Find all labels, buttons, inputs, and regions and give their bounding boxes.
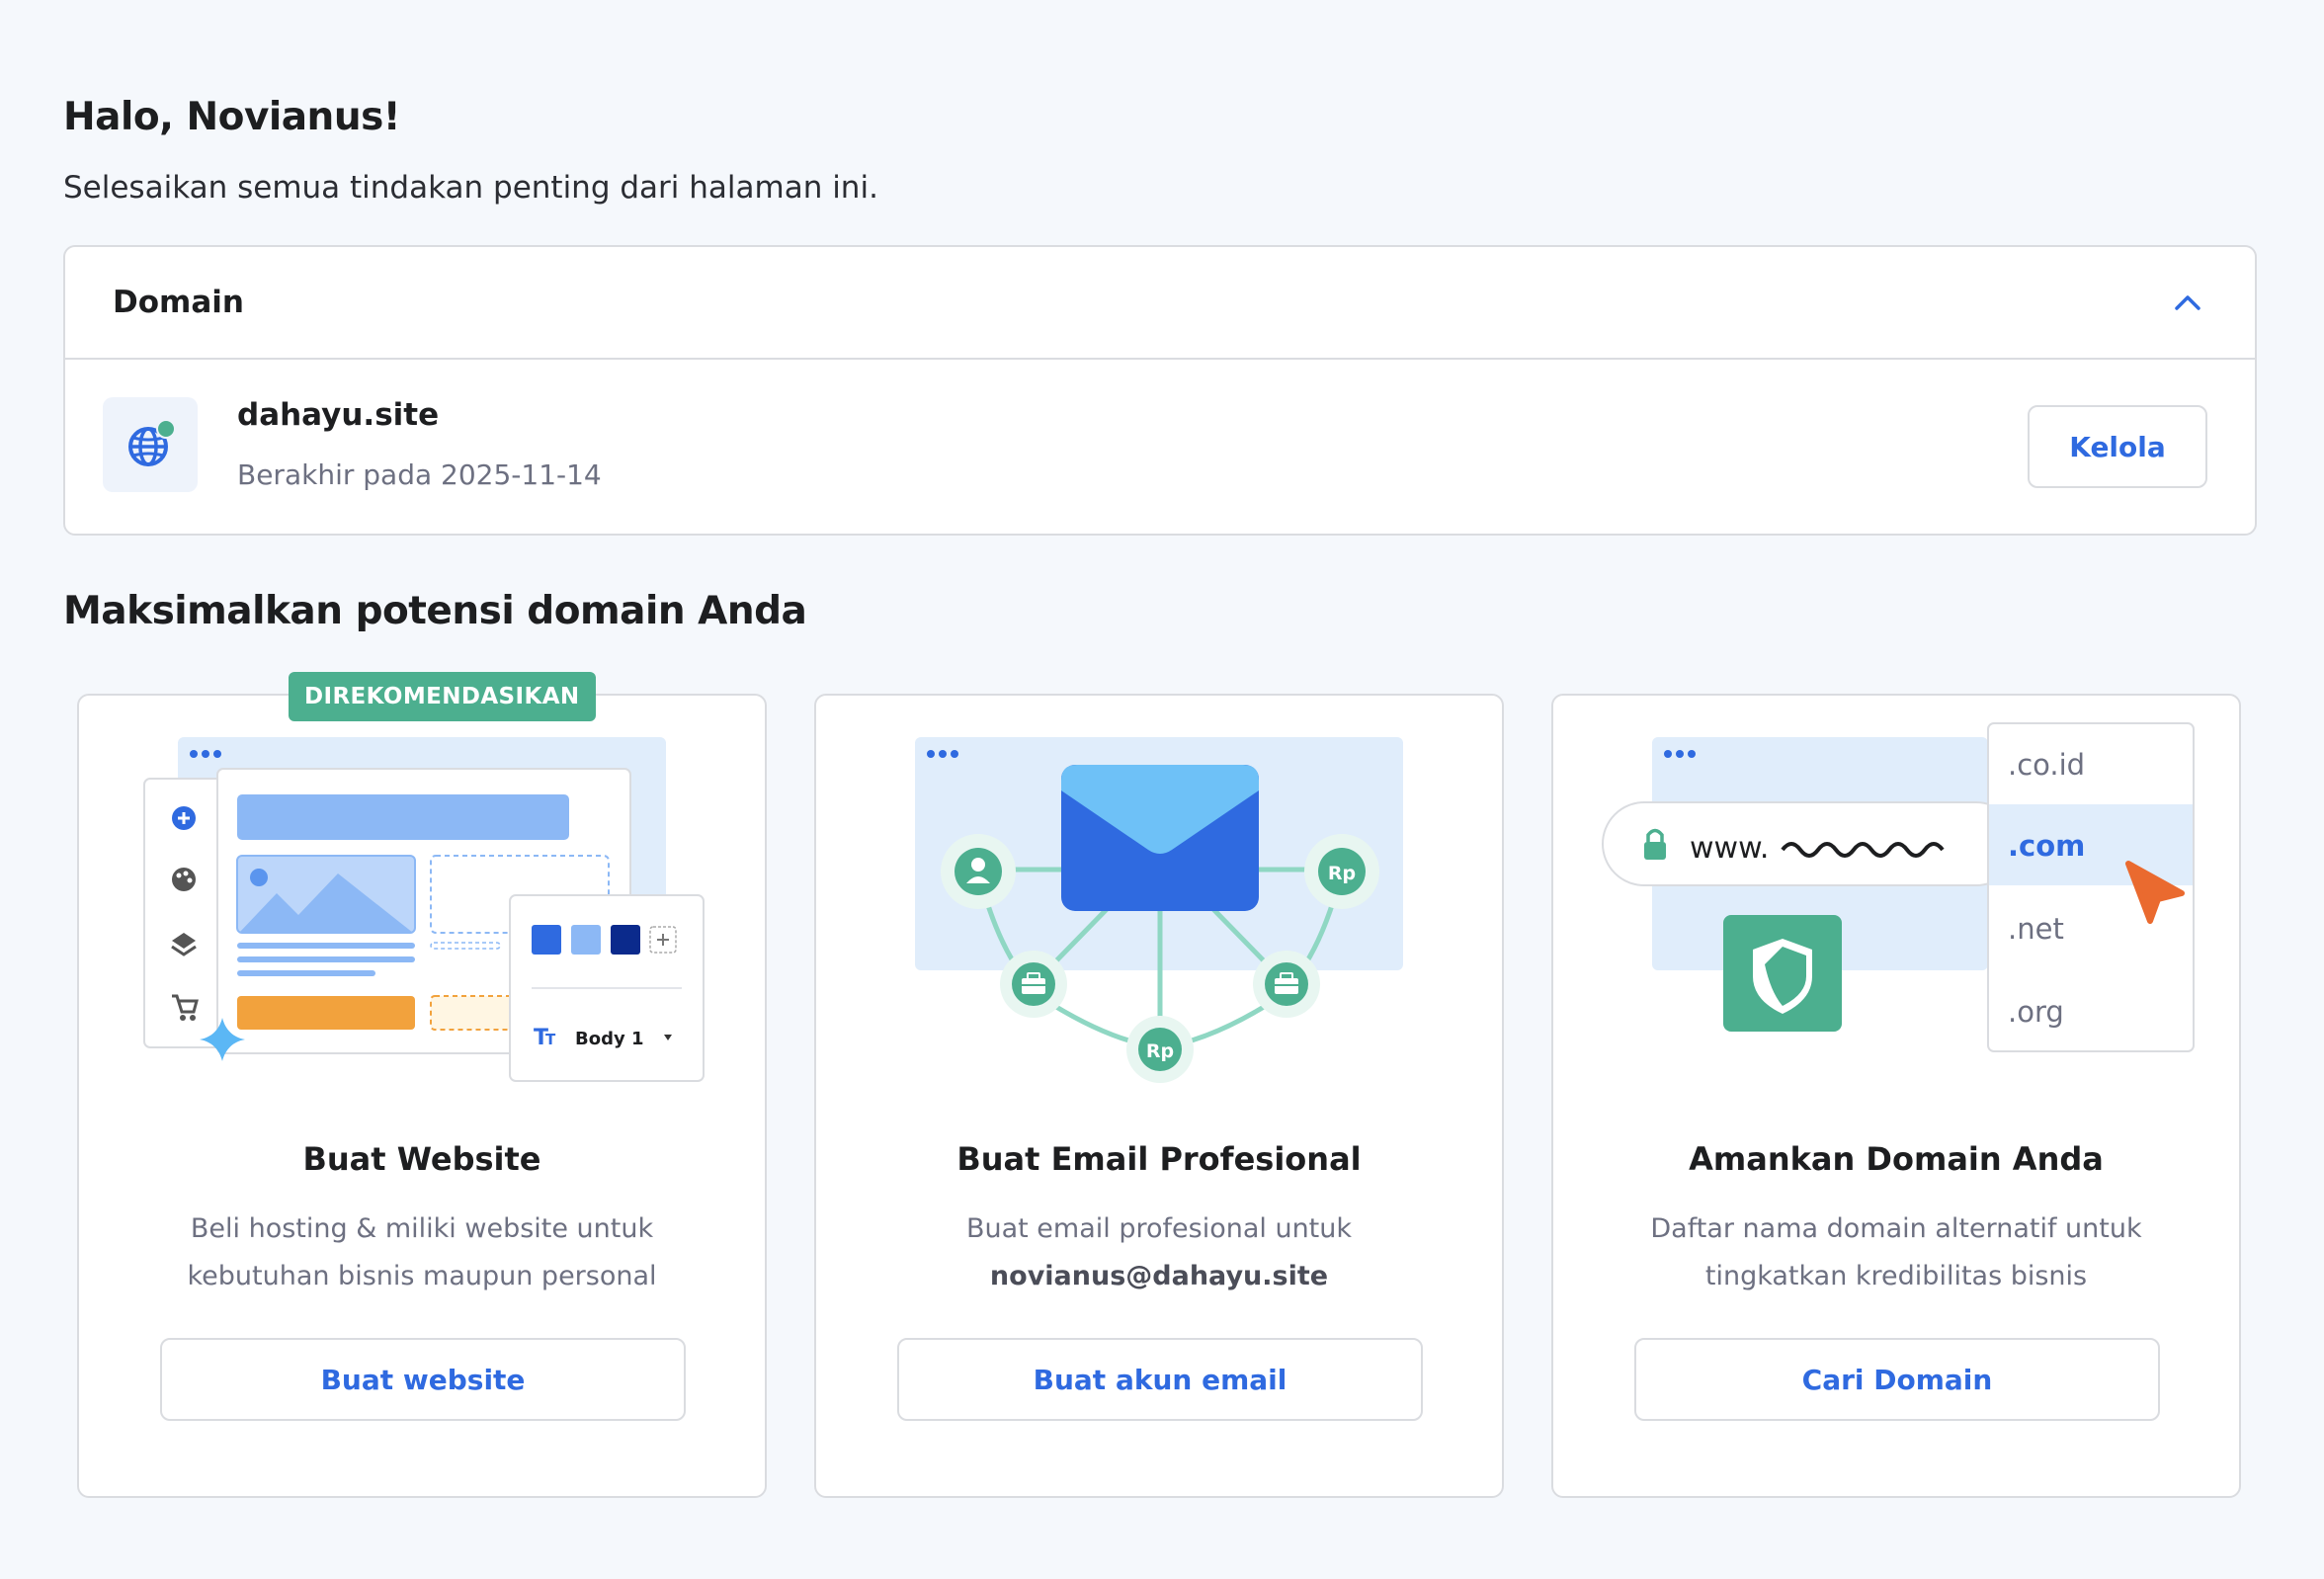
card-description: Daftar nama domain alternatif untuk ting… <box>1650 1213 2142 1291</box>
tld-option: .org <box>2008 995 2064 1029</box>
briefcase-icon <box>1253 951 1320 1018</box>
chevron-up-icon[interactable] <box>2168 283 2207 322</box>
manage-domain-button[interactable]: Kelola <box>2028 405 2207 488</box>
svg-text:Rp: Rp <box>1146 1040 1174 1062</box>
envelope-icon <box>1061 765 1259 911</box>
globe-icon <box>128 419 176 466</box>
palette-icon <box>172 868 196 891</box>
domain-icon-box <box>103 397 198 492</box>
domain-panel: Domain dahayu.site Berakhir pada 2025-11… <box>63 245 2257 536</box>
create-email-button[interactable]: Buat akun email <box>897 1338 1423 1421</box>
greeting-heading: Halo, Novianus! <box>63 95 401 139</box>
tld-option: .net <box>2008 912 2064 946</box>
domain-panel-title: Domain <box>113 285 244 320</box>
card-title: Buat Website <box>302 1140 541 1178</box>
card-title: Buat Email Profesional <box>956 1140 1362 1178</box>
domain-row: dahayu.site Berakhir pada 2025-11-14 Kel… <box>65 360 2255 536</box>
card-title: Amankan Domain Anda <box>1689 1140 2104 1178</box>
illus-font-label: Body 1 <box>575 1029 644 1049</box>
website-builder-illustration: T T Body 1 <box>143 737 705 1082</box>
tld-option: .co.id <box>2008 748 2085 782</box>
email-address: novianus@dahayu.site <box>989 1261 1329 1291</box>
illus-www: www. <box>1690 831 1769 866</box>
card-create-website: DIREKOMENDASIKAN T T Body 1 Buat Website <box>77 672 767 1498</box>
card-description: Beli hosting & miliki website untuk kebu… <box>187 1213 657 1291</box>
section-title: Maksimalkan potensi domain Anda <box>63 589 807 633</box>
tld-option-selected: .com <box>2008 829 2085 863</box>
create-website-button[interactable]: Buat website <box>160 1338 686 1421</box>
card-create-email: Rp Rp Buat Email Profesional Buat email … <box>814 694 1504 1498</box>
briefcase-icon <box>1000 951 1067 1018</box>
domain-expiry-text: Berakhir pada 2025-11-14 <box>237 458 602 491</box>
domain-illustration: www. .co.id .com .net .org <box>1602 722 2195 1052</box>
search-domain-button[interactable]: Cari Domain <box>1634 1338 2160 1421</box>
card-description: Buat email profesional untuk novianus@da… <box>965 1213 1353 1291</box>
plus-circle-icon <box>172 806 196 830</box>
domain-panel-header[interactable]: Domain <box>65 247 2255 360</box>
svg-text:T: T <box>545 1031 556 1048</box>
domain-name: dahayu.site <box>237 397 440 433</box>
email-illustration: Rp Rp <box>915 737 1403 1083</box>
user-icon <box>941 834 1016 909</box>
shield-icon <box>1723 915 1842 1032</box>
card-secure-domain: www. .co.id .com .net .org Amankan Domai… <box>1551 694 2241 1498</box>
page-subtitle: Selesaikan semua tindakan penting dari h… <box>63 170 878 206</box>
svg-text:Rp: Rp <box>1328 863 1356 884</box>
